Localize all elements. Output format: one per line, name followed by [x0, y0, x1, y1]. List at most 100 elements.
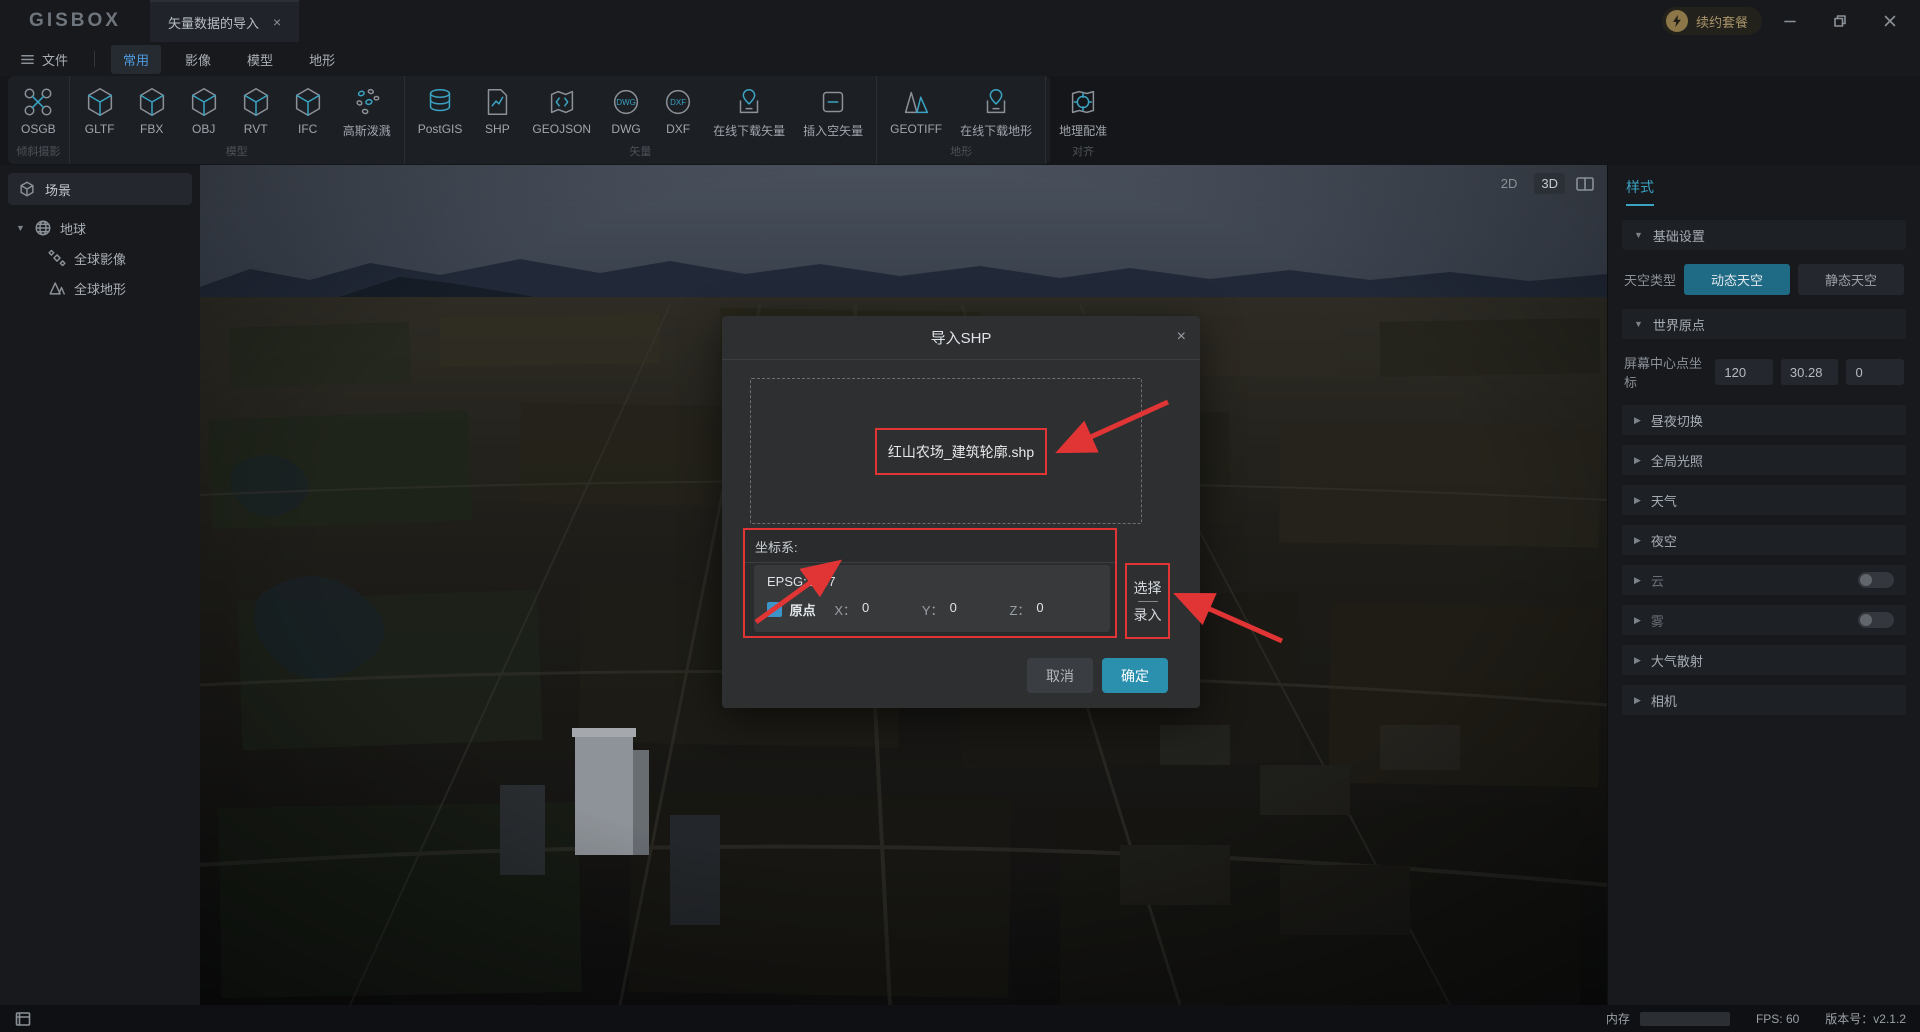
origin-checkbox[interactable]: ✓	[767, 602, 782, 617]
renew-plan-button[interactable]: 续约套餐	[1662, 7, 1762, 35]
toolbar-item-georeference[interactable]: 地理配准	[1050, 84, 1116, 142]
terrain-icon	[48, 279, 66, 297]
confirm-button[interactable]: 确定	[1102, 658, 1168, 693]
mode-2d-button[interactable]: 2D	[1494, 173, 1525, 194]
sky-type-row: 天空类型 动态天空 静态天空	[1624, 264, 1904, 295]
toolbar-item-gltf[interactable]: GLTF	[74, 84, 126, 142]
fps-value: FPS: 60	[1756, 1012, 1799, 1026]
y-field: Y：0	[922, 600, 1010, 619]
dxf-circle-icon: DXF	[661, 84, 695, 120]
select-entry-divider	[1138, 601, 1158, 602]
caret-right-icon: ▶	[1634, 455, 1641, 466]
memory-label: 内存	[1606, 1010, 1630, 1027]
toolbar-item-download-terrain[interactable]: 在线下载地形	[951, 84, 1041, 142]
tab-style[interactable]: 样式	[1626, 177, 1654, 206]
titlebar-right: 续约套餐	[1662, 0, 1920, 42]
close-button[interactable]	[1868, 4, 1912, 38]
document-tab[interactable]: 矢量数据的导入 ×	[150, 0, 299, 42]
toolbar-wrap: OSGB 倾斜摄影 GLTF FBX	[0, 76, 1920, 165]
toolbar-item-shp[interactable]: SHP	[471, 84, 523, 142]
cube-icon	[291, 84, 325, 120]
minimize-button[interactable]	[1768, 4, 1812, 38]
toolbar-group-model: GLTF FBX OBJ RVT	[69, 76, 404, 164]
toolbar-item-geojson[interactable]: GEOJSON	[523, 84, 600, 142]
toolbar-item-ifc[interactable]: IFC	[282, 84, 334, 142]
pin-download-icon	[732, 84, 766, 120]
toolbar-group-label: 模型	[74, 142, 400, 162]
ribbon-tab-imagery[interactable]: 影像	[173, 45, 223, 74]
coordinate-system-label: 坐标系:	[745, 530, 1115, 563]
toolbar-item-gaussian-splat[interactable]: 高斯泼溅	[334, 84, 400, 142]
section-atmosphere[interactable]: ▶ 大气散射	[1622, 645, 1906, 675]
dialog-title: 导入SHP	[722, 316, 1200, 360]
center-x-input[interactable]: 120	[1715, 359, 1773, 385]
drone-icon	[21, 84, 55, 120]
filename-text: 红山农场_建筑轮廓.shp	[888, 442, 1034, 462]
center-z-input[interactable]: 0	[1846, 359, 1904, 385]
ribbon-tab-terrain[interactable]: 地形	[297, 45, 347, 74]
toolbar-item-dwg[interactable]: DWG DWG	[600, 84, 652, 142]
file-menu[interactable]: 文件	[0, 50, 84, 69]
toolbar-group-label: 地形	[881, 142, 1041, 162]
caret-right-icon: ▶	[1634, 655, 1641, 666]
split-view-icon[interactable]	[1575, 175, 1595, 193]
caret-right-icon: ▶	[1634, 695, 1641, 706]
toolbar-item-fbx[interactable]: FBX	[126, 84, 178, 142]
status-right: 内存 FPS: 60 版本号：v2.1.2	[1606, 1010, 1906, 1027]
toolbar-item-geotiff[interactable]: GEOTIFF	[881, 84, 951, 142]
imagery-icon	[48, 249, 66, 267]
version-value: 版本号：v2.1.2	[1825, 1010, 1906, 1027]
fog-toggle[interactable]	[1858, 612, 1894, 628]
section-weather[interactable]: ▶ 天气	[1622, 485, 1906, 515]
console-icon[interactable]	[14, 1010, 32, 1028]
square-minus-icon	[816, 84, 850, 120]
map-code-icon	[545, 84, 579, 120]
mode-3d-button[interactable]: 3D	[1534, 173, 1565, 194]
section-cloud[interactable]: ▶ 云	[1622, 565, 1906, 595]
viewport-controls: 2D 3D	[1494, 173, 1595, 194]
section-basic-settings[interactable]: ▼ 基础设置	[1622, 220, 1906, 250]
select-button[interactable]: 选择	[1134, 578, 1162, 598]
section-global-lighting[interactable]: ▶ 全局光照	[1622, 445, 1906, 475]
tree-item-global-imagery[interactable]: 全球影像	[8, 243, 192, 273]
entry-button[interactable]: 录入	[1134, 605, 1162, 625]
tab-close-icon[interactable]: ×	[273, 14, 281, 30]
splat-icon	[350, 84, 384, 120]
section-world-origin[interactable]: ▼ 世界原点	[1622, 309, 1906, 339]
sky-static-button[interactable]: 静态天空	[1798, 264, 1904, 295]
maximize-button[interactable]	[1818, 4, 1862, 38]
section-night-sky[interactable]: ▶ 夜空	[1622, 525, 1906, 555]
tree-item-earth[interactable]: ▼ 地球	[8, 213, 192, 243]
menubar: 文件 常用 影像 模型 地形	[0, 42, 1920, 76]
scene-header[interactable]: 场景	[8, 173, 192, 205]
section-day-night[interactable]: ▶ 昼夜切换	[1622, 405, 1906, 435]
toolbar-group-terrain: GEOTIFF 在线下载地形 地形	[876, 76, 1045, 164]
ribbon-tab-model[interactable]: 模型	[235, 45, 285, 74]
georeference-icon	[1066, 84, 1100, 120]
dialog-close-icon[interactable]: ×	[1177, 328, 1186, 346]
center-y-input[interactable]: 30.28	[1781, 359, 1839, 385]
mountain-icon	[899, 84, 933, 120]
toolbar-item-dxf[interactable]: DXF DXF	[652, 84, 704, 142]
tree-item-global-terrain[interactable]: 全球地形	[8, 273, 192, 303]
section-camera[interactable]: ▶ 相机	[1622, 685, 1906, 715]
cancel-button[interactable]: 取消	[1027, 658, 1093, 693]
gisbox-app: GISBOX 矢量数据的导入 × 续约套餐 文件 常用 影像 模型 地形	[0, 0, 1920, 1032]
cloud-toggle[interactable]	[1858, 572, 1894, 588]
toolbar-item-rvt[interactable]: RVT	[230, 84, 282, 142]
caret-down-icon[interactable]: ▼	[16, 223, 26, 233]
toolbar-item-osgb[interactable]: OSGB	[12, 84, 65, 142]
ribbon-tab-common[interactable]: 常用	[111, 45, 161, 74]
section-fog[interactable]: ▶ 雾	[1622, 605, 1906, 635]
toolbar-item-obj[interactable]: OBJ	[178, 84, 230, 142]
toolbar-item-postgis[interactable]: PostGIS	[409, 84, 472, 142]
filename-annotated-box: 红山农场_建筑轮廓.shp	[875, 428, 1047, 475]
caret-down-icon: ▼	[1634, 230, 1643, 240]
pin-download-icon	[979, 84, 1013, 120]
toolbar-item-insert-empty-vector[interactable]: 插入空矢量	[794, 84, 872, 142]
app-logo: GISBOX	[0, 0, 150, 42]
caret-down-icon: ▼	[1634, 319, 1643, 329]
origin-label: 原点	[790, 600, 835, 619]
toolbar-item-download-vector[interactable]: 在线下载矢量	[704, 84, 794, 142]
sky-dynamic-button[interactable]: 动态天空	[1684, 264, 1790, 295]
